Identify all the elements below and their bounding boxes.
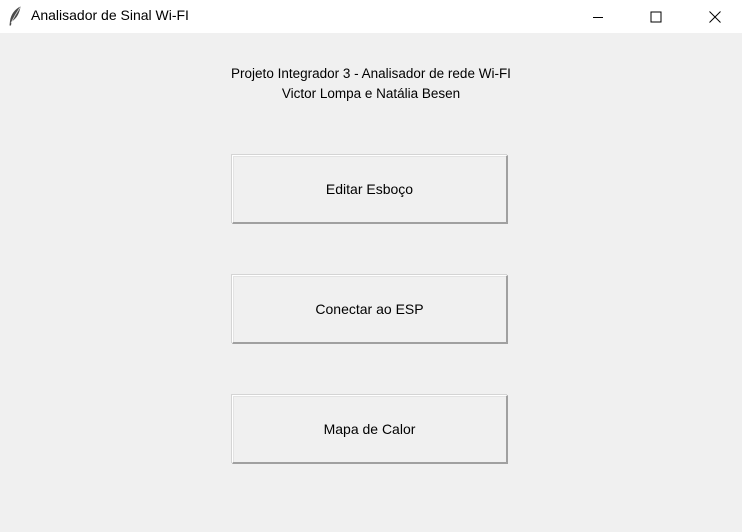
minimize-button[interactable]: [575, 0, 621, 33]
maximize-button[interactable]: [633, 0, 679, 33]
edit-sketch-button-label: Editar Esboço: [325, 181, 414, 197]
window-title: Analisador de Sinal Wi-FI: [31, 7, 189, 23]
edit-sketch-button[interactable]: Editar Esboço: [232, 155, 508, 224]
close-icon: [709, 10, 721, 23]
title-bar[interactable]: Analisador de Sinal Wi-FI: [0, 0, 742, 33]
minimize-icon: [592, 11, 604, 23]
project-title-label: Projeto Integrador 3 - Analisador de red…: [231, 66, 511, 81]
connect-esp-button[interactable]: Conectar ao ESP: [232, 275, 508, 344]
connect-esp-button-label: Conectar ao ESP: [315, 301, 424, 317]
app-window: Analisador de Sinal Wi-FI Projeto Integr…: [0, 0, 742, 532]
authors-label: Victor Lompa e Natália Besen: [281, 86, 461, 101]
close-button[interactable]: [692, 0, 738, 33]
heat-map-button[interactable]: Mapa de Calor: [232, 395, 508, 464]
heat-map-button-label: Mapa de Calor: [323, 421, 416, 437]
maximize-icon: [650, 11, 662, 23]
feather-icon: [8, 6, 22, 26]
